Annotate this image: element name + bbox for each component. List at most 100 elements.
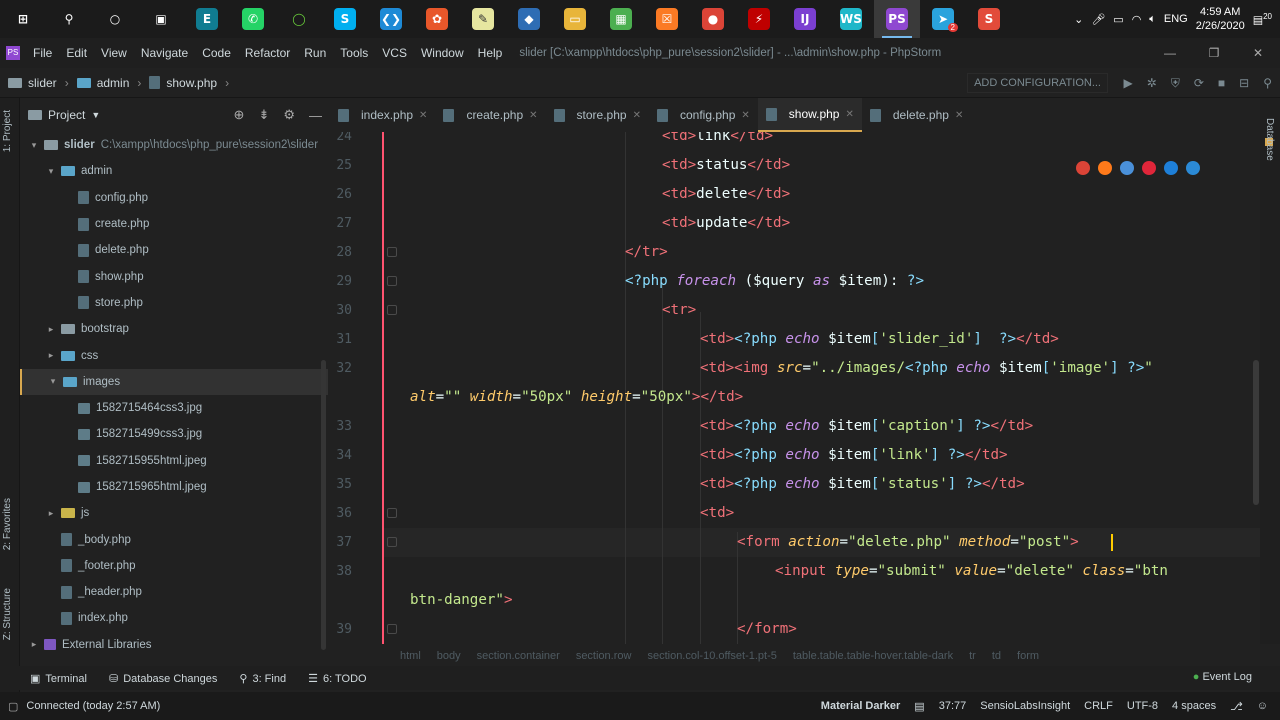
tab-close-icon[interactable]: ✕ — [741, 110, 749, 121]
tree-item[interactable]: ▸ External Libraries — [20, 632, 328, 658]
safari-preview-icon[interactable] — [1120, 161, 1134, 175]
editor-tab[interactable]: show.php ✕ — [757, 98, 862, 132]
tree-item[interactable]: _header.php — [20, 579, 328, 605]
minimize-icon[interactable]: — — [1148, 38, 1192, 68]
collapse-all-icon[interactable]: ⇟ — [258, 107, 269, 123]
microphone-icon[interactable]: 🎤︎ — [1091, 13, 1105, 26]
menu-window[interactable]: Window — [414, 46, 471, 60]
tree-item[interactable]: ▸ bootstrap — [20, 316, 328, 342]
event-log-button[interactable]: ● Event Log — [1193, 671, 1252, 683]
taskbar-windows-start-button[interactable]: ⊞ — [0, 0, 46, 38]
chevron-down-icon[interactable]: ▾ — [28, 140, 40, 151]
breadcrumb-item[interactable]: section.row — [576, 650, 632, 662]
favorites-tool-tab[interactable]: 2: Favorites — [2, 498, 13, 550]
breadcrumb-item[interactable]: body — [437, 650, 461, 662]
tree-item[interactable]: ▸ css — [20, 342, 328, 368]
battery-icon[interactable]: ▭ — [1113, 13, 1123, 26]
taskbar-phpstorm-button[interactable]: PS — [874, 0, 920, 38]
project-tool-tab[interactable]: 1: Project — [2, 110, 13, 152]
add-configuration-button[interactable]: ADD CONFIGURATION... — [967, 73, 1108, 93]
taskbar-whatsapp-button[interactable]: ✆ — [230, 0, 276, 38]
tree-item[interactable]: 1582715955html.jpeg — [20, 448, 328, 474]
tree-item[interactable]: index.php — [20, 605, 328, 631]
search-everywhere-icon[interactable]: ⚲ — [1263, 76, 1272, 90]
tab-close-icon[interactable]: ✕ — [845, 109, 853, 120]
taskbar-filezilla-button[interactable]: ⚡ — [736, 0, 782, 38]
tree-item[interactable]: ▾ slider C:\xampp\htdocs\php_pure\session2… — [20, 132, 328, 158]
project-scrollbar[interactable] — [321, 360, 326, 650]
tree-item[interactable]: config.php — [20, 185, 328, 211]
menu-navigate[interactable]: Navigate — [134, 46, 195, 60]
menu-help[interactable]: Help — [471, 46, 510, 60]
close-icon[interactable]: ✕ — [1236, 38, 1280, 68]
taskbar-search-button[interactable]: ⚲ — [46, 0, 92, 38]
layout-icon[interactable]: ⊟ — [1239, 76, 1249, 90]
notification-icon[interactable]: ▤20 — [1253, 12, 1272, 27]
caret-position[interactable]: 37:77 — [939, 700, 967, 712]
tab-close-icon[interactable]: ✕ — [419, 110, 427, 121]
project-title[interactable]: Project — [48, 108, 85, 122]
chevron-down-icon[interactable]: ▾ — [47, 376, 59, 387]
taskbar-red-app-button[interactable]: S — [966, 0, 1012, 38]
code-editor[interactable]: 24 25 26 27 28 29 30 31 32 33 34 35 36 37 38 39 <td>lin… — [330, 132, 1260, 644]
tool-window-button[interactable]: ⚲ 3: Find — [239, 672, 286, 685]
taskbar-virtualbox-button[interactable]: ◆ — [506, 0, 552, 38]
editor-scrollbar[interactable] — [1253, 360, 1259, 505]
editor-tab[interactable]: delete.php ✕ — [862, 98, 971, 132]
volume-icon[interactable]: 🔈︎ — [1149, 13, 1156, 26]
taskbar-skype-button[interactable]: S — [322, 0, 368, 38]
tool-window-button[interactable]: ▣ Terminal — [30, 672, 87, 685]
database-tool-tab[interactable]: Database — [1264, 118, 1275, 161]
menu-edit[interactable]: Edit — [59, 46, 94, 60]
chevron-right-icon[interactable]: ▸ — [45, 350, 57, 361]
notifications-icon[interactable]: ☺ — [1257, 700, 1268, 712]
tree-item[interactable]: show.php — [20, 263, 328, 289]
tree-item[interactable]: ▾ admin — [20, 158, 328, 184]
taskbar-intellij-button[interactable]: IJ — [782, 0, 828, 38]
tree-item[interactable]: ▸ js — [20, 500, 328, 526]
taskbar-xampp-button[interactable]: ☒ — [644, 0, 690, 38]
tree-item[interactable]: delete.php — [20, 237, 328, 263]
editor-tab[interactable]: create.php ✕ — [435, 98, 545, 132]
breadcrumb-item[interactable]: td — [992, 650, 1001, 662]
hide-panel-icon[interactable]: — — [309, 108, 322, 123]
tree-item[interactable]: 1582715965html.jpeg — [20, 474, 328, 500]
theme-indicator[interactable]: Material Darker — [821, 700, 901, 712]
tree-item[interactable]: 1582715499css3.jpg — [20, 421, 328, 447]
taskbar-file-explorer-button[interactable]: ▭ — [552, 0, 598, 38]
editor-tab[interactable]: config.php ✕ — [649, 98, 758, 132]
gear-icon[interactable]: ⚙ — [283, 107, 295, 123]
tab-close-icon[interactable]: ✕ — [633, 110, 641, 121]
fold-marker-icon[interactable] — [387, 305, 397, 315]
locate-icon[interactable]: ⊕ — [234, 107, 245, 123]
breadcrumb-item[interactable]: table.table.table-hover.table-dark — [793, 650, 953, 662]
taskbar-cortana-button[interactable]: ○ — [92, 0, 138, 38]
clock[interactable]: 4:59 AM 2/26/2020 — [1196, 5, 1245, 33]
taskbar-notepad-button[interactable]: ✎ — [460, 0, 506, 38]
debug-icon[interactable]: ✲ — [1147, 76, 1157, 90]
nav-crumb-slider[interactable]: slider › — [8, 76, 77, 90]
fold-marker-icon[interactable] — [387, 508, 397, 518]
editor-tab[interactable]: store.php ✕ — [546, 98, 649, 132]
coverage-icon[interactable]: ⛨ — [1171, 76, 1180, 91]
menu-file[interactable]: File — [26, 46, 59, 60]
git-icon[interactable]: ⎇ — [1230, 700, 1243, 713]
tree-item[interactable]: create.php — [20, 211, 328, 237]
language-indicator[interactable]: ENG — [1164, 13, 1188, 25]
chevron-up-icon[interactable]: ⌄ — [1074, 13, 1083, 26]
menu-tools[interactable]: Tools — [333, 46, 375, 60]
breadcrumb-item[interactable]: form — [1017, 650, 1039, 662]
profile-icon[interactable]: ⟳ — [1194, 76, 1204, 90]
fold-marker-icon[interactable] — [387, 624, 397, 634]
opera-preview-icon[interactable] — [1142, 161, 1156, 175]
taskbar-app-teal-button[interactable]: E — [184, 0, 230, 38]
stop-icon[interactable]: ■ — [1218, 76, 1225, 90]
chevron-right-icon[interactable]: ▸ — [45, 324, 57, 335]
chevron-right-icon[interactable]: ▸ — [28, 639, 40, 650]
menu-vcs[interactable]: VCS — [375, 46, 414, 60]
tree-item[interactable]: _footer.php — [20, 553, 328, 579]
structure-tool-tab[interactable]: Z: Structure — [2, 588, 13, 640]
maximize-icon[interactable]: ❐ — [1192, 38, 1236, 68]
firefox-preview-icon[interactable] — [1098, 161, 1112, 175]
fold-marker-icon[interactable] — [387, 537, 397, 547]
